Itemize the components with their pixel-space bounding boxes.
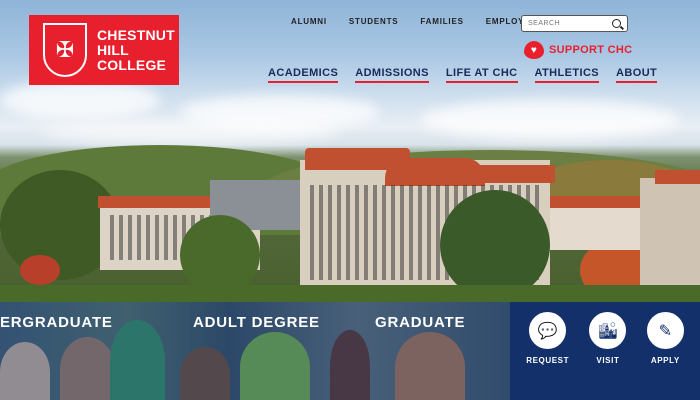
program-strip: ERGRADUATE ADULT DEGREE GRADUATE <box>0 302 510 400</box>
main-nav: ACADEMICS ADMISSIONS LIFE AT CHC ATHLETI… <box>268 67 658 83</box>
heart-icon: ♥ <box>524 41 544 59</box>
program-adult-degree-link[interactable]: ADULT DEGREE <box>193 314 320 331</box>
nav-about[interactable]: ABOUT <box>616 67 658 83</box>
college-logo[interactable]: ✠ CHESTNUT HILL COLLEGE <box>29 15 179 85</box>
nav-life-at-chc[interactable]: LIFE AT CHC <box>445 67 518 83</box>
pencil-paper-icon: ✎ <box>646 312 684 349</box>
visit-button[interactable]: 🏙 VISIT <box>589 312 627 400</box>
utility-link-families[interactable]: FAMILIES <box>420 17 463 26</box>
utility-link-students[interactable]: STUDENTS <box>349 17 399 26</box>
cta-panel: 💬 REQUEST 🏙 VISIT ✎ APPLY <box>510 302 700 400</box>
program-undergraduate-link[interactable]: ERGRADUATE <box>0 314 113 331</box>
nav-admissions[interactable]: ADMISSIONS <box>355 67 429 83</box>
logo-text: CHESTNUT HILL COLLEGE <box>97 26 175 73</box>
apply-button[interactable]: ✎ APPLY <box>646 312 684 400</box>
search-input[interactable] <box>528 20 608 27</box>
nav-academics[interactable]: ACADEMICS <box>268 67 339 83</box>
search-icon[interactable] <box>612 19 621 28</box>
chat-bubble-icon: 💬 <box>529 312 567 349</box>
request-button[interactable]: 💬 REQUEST <box>526 312 569 400</box>
search-box <box>521 15 628 32</box>
nav-athletics[interactable]: ATHLETICS <box>534 67 600 83</box>
support-label: SUPPORT CHC <box>549 44 633 56</box>
support-chc-link[interactable]: ♥ SUPPORT CHC <box>524 41 632 59</box>
shield-crest-icon: ✠ <box>43 23 87 77</box>
city-skyline-icon: 🏙 <box>589 312 627 349</box>
utility-link-alumni[interactable]: ALUMNI <box>291 17 327 26</box>
program-graduate-link[interactable]: GRADUATE <box>375 314 465 331</box>
